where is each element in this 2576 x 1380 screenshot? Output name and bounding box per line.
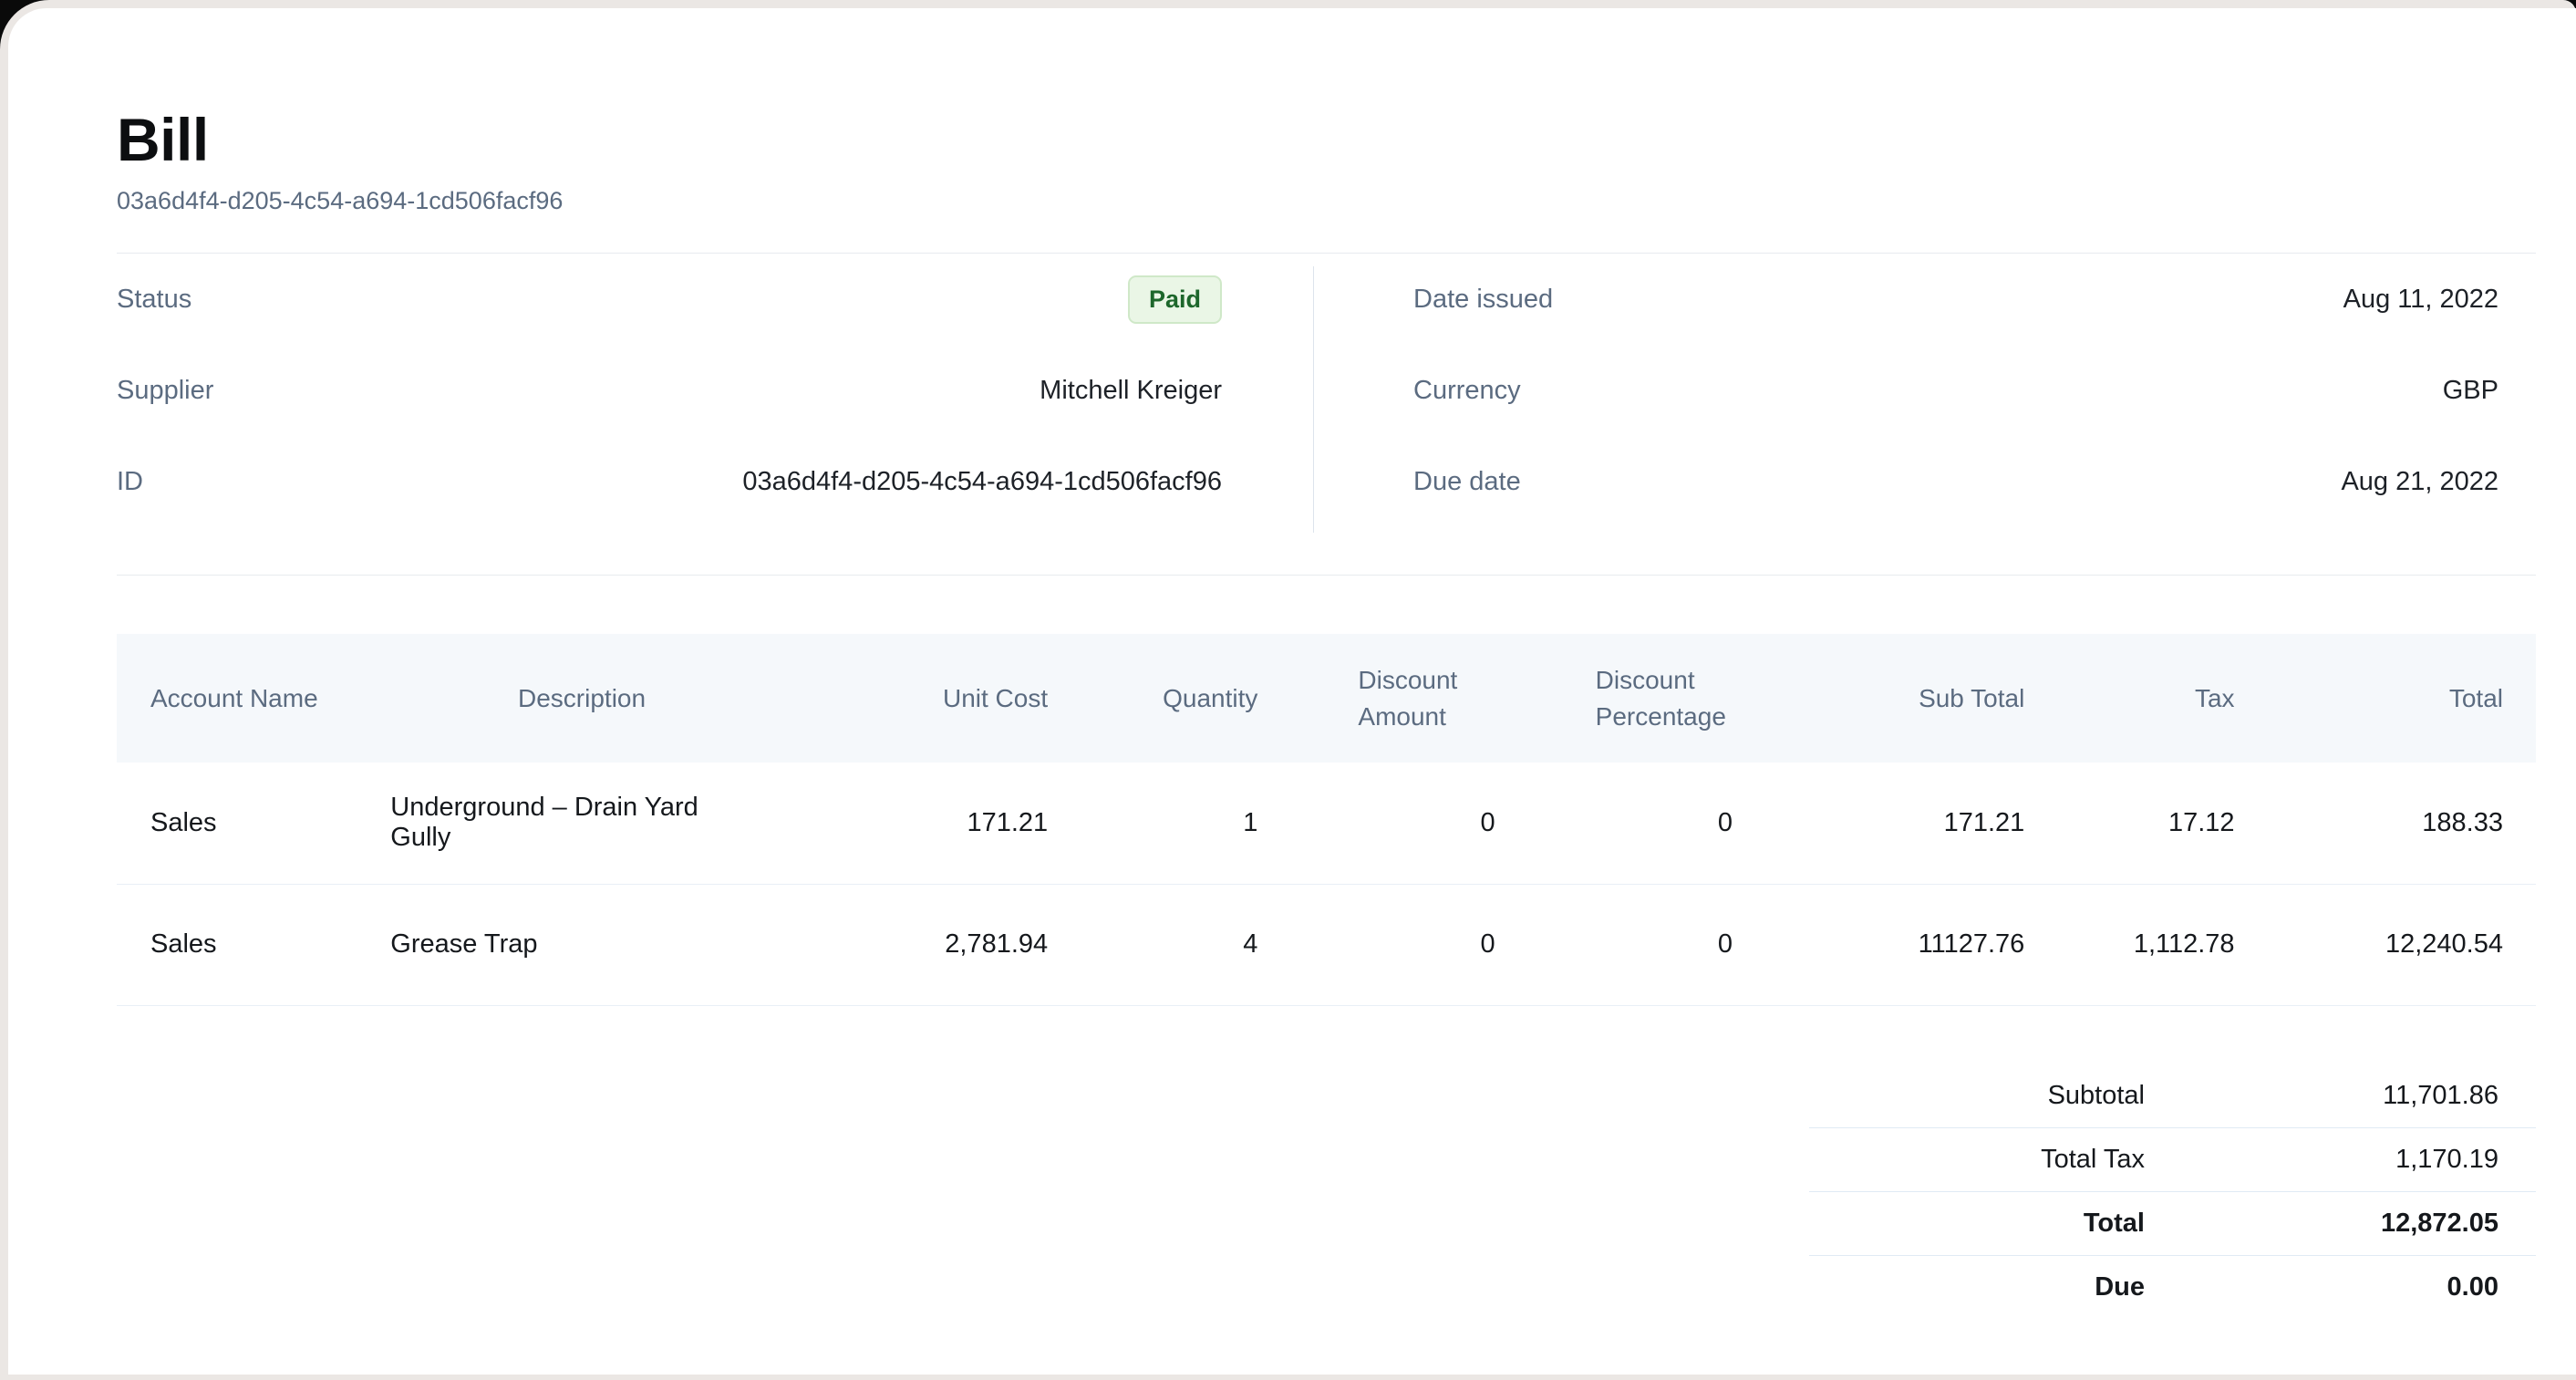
cell-total: 188.33 (2244, 763, 2536, 884)
totals-summary: Subtotal11,701.86Total Tax1,170.19Total1… (1809, 1064, 2536, 1319)
detail-label: Supplier (117, 376, 213, 406)
cell-tax: 17.12 (2033, 763, 2243, 884)
cell-sub-total: 11127.76 (1742, 884, 2033, 1005)
column-header-account-name: Account Name (117, 634, 363, 763)
summary-row-total-tax: Total Tax1,170.19 (1809, 1127, 2536, 1191)
line-items-table: Account NameDescriptionUnit CostQuantity… (117, 634, 2536, 1006)
cell-description: Grease Trap (363, 884, 746, 1005)
detail-value: Aug 11, 2022 (2343, 285, 2498, 315)
cell-tax: 1,112.78 (2033, 884, 2243, 1005)
cell-description: Underground – Drain Yard Gully (363, 763, 746, 884)
cell-sub-total: 171.21 (1742, 763, 2033, 884)
bill-details-section: Status Paid Supplier Mitchell Kreiger ID 03a6… (117, 254, 2536, 575)
detail-value: 03a6d4f4-d205-4c54-a694-1cd506facf96 (742, 467, 1222, 497)
column-header-discount-percentage: Discount Percentage (1505, 634, 1742, 763)
table-row: SalesGrease Trap2,781.9440011127.761,112… (117, 884, 2536, 1005)
details-vertical-divider (1313, 266, 1314, 533)
column-header-total: Total (2244, 634, 2536, 763)
cell-quantity: 1 (1057, 763, 1267, 884)
column-header-sub-total: Sub Total (1742, 634, 2033, 763)
summary-label: Due (1809, 1272, 2145, 1302)
cell-discount-percentage: 0 (1505, 763, 1742, 884)
page-title: Bill (117, 107, 2536, 172)
detail-value: GBP (2443, 376, 2498, 406)
bill-card: Bill 03a6d4f4-d205-4c54-a694-1cd506facf9… (8, 8, 2576, 1375)
table-header-row: Account NameDescriptionUnit CostQuantity… (117, 634, 2536, 763)
cell-account-name: Sales (117, 763, 363, 884)
cell-discount-percentage: 0 (1505, 884, 1742, 1005)
column-header-tax: Tax (2033, 634, 2243, 763)
column-header-quantity: Quantity (1057, 634, 1267, 763)
detail-label: Status (117, 285, 191, 315)
summary-row-subtotal: Subtotal11,701.86 (1809, 1064, 2536, 1127)
detail-row-date-issued: Date issued Aug 11, 2022 (1313, 254, 2536, 345)
summary-label: Total (1809, 1209, 2145, 1239)
summary-value: 12,872.05 (2145, 1209, 2536, 1239)
cell-discount-amount: 0 (1267, 884, 1504, 1005)
cell-unit-cost: 171.21 (747, 763, 1057, 884)
detail-row-currency: Currency GBP (1313, 345, 2536, 436)
cell-account-name: Sales (117, 884, 363, 1005)
summary-label: Subtotal (1809, 1081, 2145, 1111)
detail-row-due-date: Due date Aug 21, 2022 (1313, 436, 2536, 527)
detail-row-id: ID 03a6d4f4-d205-4c54-a694-1cd506facf96 (117, 436, 1313, 527)
cell-unit-cost: 2,781.94 (747, 884, 1057, 1005)
table-header: Account NameDescriptionUnit CostQuantity… (117, 634, 2536, 763)
cell-total: 12,240.54 (2244, 884, 2536, 1005)
summary-label: Total Tax (1809, 1145, 2145, 1175)
bill-content: Bill 03a6d4f4-d205-4c54-a694-1cd506facf9… (8, 8, 2576, 1319)
detail-value: Aug 21, 2022 (2341, 467, 2498, 497)
summary-row-total: Total12,872.05 (1809, 1191, 2536, 1255)
detail-label: Currency (1413, 376, 1521, 406)
detail-label: Date issued (1413, 285, 1553, 315)
divider-above-table (117, 575, 2536, 576)
detail-row-status: Status Paid (117, 254, 1313, 345)
page: { "header": { "title": "Bill", "bill_id"… (0, 0, 2576, 1380)
summary-row-due: Due0.00 (1809, 1255, 2536, 1319)
detail-label: ID (117, 467, 143, 497)
cell-quantity: 4 (1057, 884, 1267, 1005)
summary-value: 11,701.86 (2145, 1081, 2536, 1111)
summary-value: 0.00 (2145, 1272, 2536, 1302)
column-header-discount-amount: Discount Amount (1267, 634, 1504, 763)
column-header-description: Description (363, 634, 746, 763)
table-row: SalesUnderground – Drain Yard Gully171.2… (117, 763, 2536, 884)
details-left-column: Status Paid Supplier Mitchell Kreiger ID 03a6… (117, 254, 1313, 527)
table-body: SalesUnderground – Drain Yard Gully171.2… (117, 763, 2536, 1005)
detail-value: Mitchell Kreiger (1040, 376, 1222, 406)
cell-discount-amount: 0 (1267, 763, 1504, 884)
status-badge: Paid (1128, 275, 1222, 324)
detail-row-supplier: Supplier Mitchell Kreiger (117, 345, 1313, 436)
bill-id: 03a6d4f4-d205-4c54-a694-1cd506facf96 (117, 185, 2536, 216)
column-header-unit-cost: Unit Cost (747, 634, 1057, 763)
details-right-column: Date issued Aug 11, 2022 Currency GBP Due da… (1313, 254, 2536, 527)
detail-label: Due date (1413, 467, 1521, 497)
summary-value: 1,170.19 (2145, 1145, 2536, 1175)
